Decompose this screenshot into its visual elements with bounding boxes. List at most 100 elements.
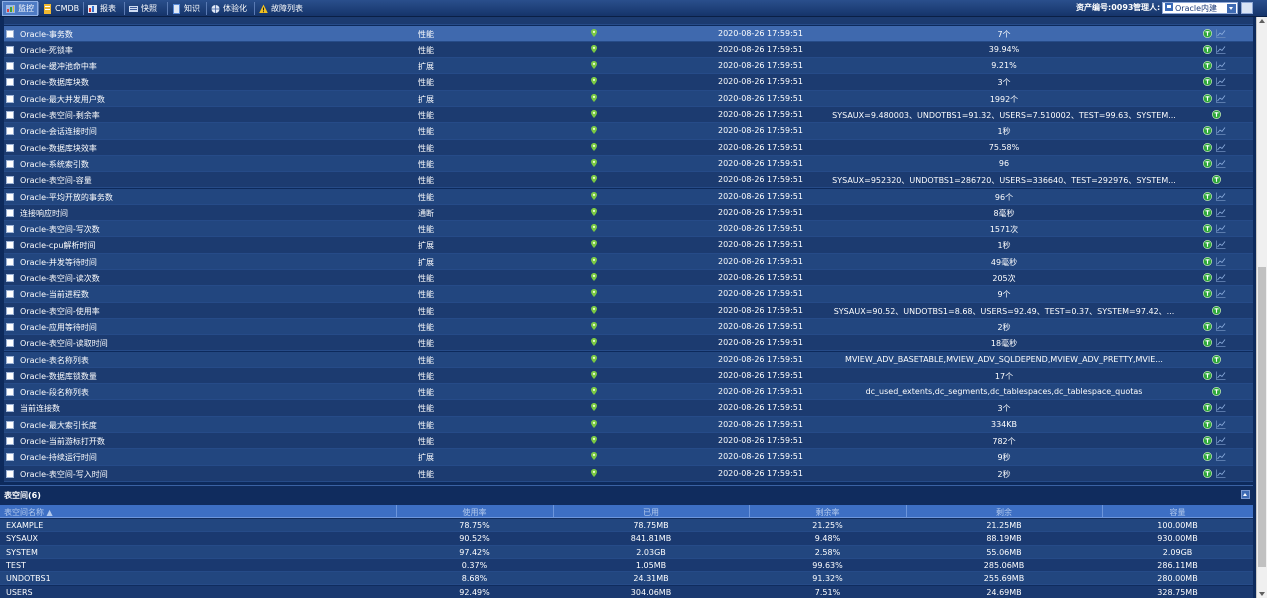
table-column-header[interactable]: 容量	[1102, 507, 1253, 518]
trend-chart-icon[interactable]	[1216, 45, 1226, 54]
monitor-item-name[interactable]: Oracle-最大并发用户数	[20, 94, 105, 105]
monitor-item-name[interactable]: Oracle-死锁率	[20, 45, 73, 56]
monitor-item-name[interactable]: Oracle-平均开放的事务数	[20, 192, 113, 203]
monitor-row[interactable]: Oracle-应用等待时间 性能 2020-08-26 17:59:51 2秒	[4, 318, 1253, 336]
monitor-item-name[interactable]: Oracle-表名称列表	[20, 355, 89, 366]
monitor-item-name[interactable]: Oracle-段名称列表	[20, 387, 89, 398]
toolbar-button-5[interactable]: 体验化	[208, 1, 250, 16]
trend-chart-icon[interactable]	[1216, 29, 1226, 38]
table-column-header[interactable]: 使用率	[396, 507, 553, 518]
monitor-item-name[interactable]: Oracle-系统索引数	[20, 159, 89, 170]
info-icon[interactable]	[1203, 158, 1212, 168]
info-icon[interactable]	[1212, 175, 1221, 185]
monitor-row[interactable]: Oracle-段名称列表 性能 2020-08-26 17:59:51 dc_used…	[4, 384, 1253, 401]
manager-select[interactable]: Oracle内建	[1162, 2, 1238, 14]
info-icon[interactable]	[1203, 273, 1212, 282]
row-checkbox[interactable]	[6, 159, 14, 168]
monitor-row[interactable]: Oracle-表空间-写入时间 性能 2020-08-26 17:59:51 2秒	[4, 465, 1253, 482]
trend-chart-icon[interactable]	[1216, 224, 1226, 233]
toolbar-button-3[interactable]: 快照	[126, 1, 160, 16]
row-checkbox[interactable]	[6, 469, 14, 478]
scroll-up-arrow-icon[interactable]	[1259, 19, 1265, 23]
monitor-row[interactable]: Oracle-系统索引数 性能 2020-08-26 17:59:51 96	[4, 155, 1253, 173]
table-row[interactable]: USERS 92.49% 304.06MB 7.51% 24.69MB 328.75MB	[0, 585, 1253, 598]
info-icon[interactable]	[1203, 468, 1212, 478]
row-checkbox[interactable]	[6, 420, 14, 429]
monitor-row[interactable]: Oracle-表空间-使用率 性能 2020-08-26 17:59:51 SYSAU…	[4, 302, 1253, 319]
monitor-item-name[interactable]: Oracle-并发等待时间	[20, 257, 97, 268]
monitor-row[interactable]: 连接响应时间 通断 2020-08-26 17:59:51 8毫秒	[4, 204, 1253, 222]
trend-chart-icon[interactable]	[1216, 273, 1226, 282]
monitor-item-name[interactable]: Oracle-表空间-容量	[20, 175, 92, 186]
info-icon[interactable]	[1203, 289, 1212, 299]
monitor-row[interactable]: Oracle-表空间-读次数 性能 2020-08-26 17:59:51 205次	[4, 270, 1253, 287]
table-row[interactable]: EXAMPLE 78.75% 78.75MB 21.25% 21.25MB 100.00M…	[0, 519, 1253, 533]
row-checkbox[interactable]	[6, 453, 14, 462]
monitor-item-name[interactable]: Oracle-应用等待时间	[20, 322, 97, 333]
row-checkbox[interactable]	[6, 29, 14, 38]
monitor-row[interactable]: Oracle-当前进程数 性能 2020-08-26 17:59:51 9个	[4, 286, 1253, 303]
trend-chart-icon[interactable]	[1216, 126, 1226, 136]
monitor-item-name[interactable]: Oracle-表空间-读取时间	[20, 338, 108, 349]
trend-chart-icon[interactable]	[1216, 403, 1226, 413]
monitor-item-name[interactable]: Oracle-cpu解析时间	[20, 240, 95, 251]
info-icon[interactable]	[1203, 93, 1212, 103]
vertical-scrollbar[interactable]	[1256, 17, 1267, 598]
monitor-item-name[interactable]: Oracle-表空间-写入时间	[20, 469, 108, 480]
info-icon[interactable]	[1203, 370, 1212, 380]
trend-chart-icon[interactable]	[1216, 371, 1226, 380]
info-icon[interactable]	[1203, 452, 1212, 462]
info-icon[interactable]	[1203, 207, 1212, 217]
row-checkbox[interactable]	[6, 127, 14, 136]
scrollbar-thumb[interactable]	[1258, 267, 1266, 567]
monitor-row[interactable]: Oracle-数据库块效率 性能 2020-08-26 17:59:51 75.58%	[4, 139, 1253, 156]
trend-chart-icon[interactable]	[1216, 257, 1226, 266]
monitor-row[interactable]: Oracle-最大并发用户数 扩展 2020-08-26 17:59:51 1992个	[4, 90, 1253, 107]
info-icon[interactable]	[1203, 256, 1212, 266]
row-checkbox[interactable]	[6, 257, 14, 266]
trend-chart-icon[interactable]	[1216, 94, 1226, 103]
info-icon[interactable]	[1212, 110, 1221, 119]
monitor-item-name[interactable]: Oracle-会话连接时间	[20, 126, 97, 137]
trend-chart-icon[interactable]	[1216, 192, 1226, 201]
table-row[interactable]: SYSAUX 90.52% 841.81MB 9.48% 88.19MB 930.00MB	[0, 532, 1253, 546]
trend-chart-icon[interactable]	[1216, 322, 1226, 331]
monitor-row[interactable]: 当前连接数 性能 2020-08-26 17:59:51 3个	[4, 400, 1253, 417]
monitor-item-name[interactable]: Oracle-数据库块效率	[20, 143, 97, 154]
monitor-row[interactable]: Oracle-持续运行时间 扩展 2020-08-26 17:59:51 9秒	[4, 449, 1253, 466]
monitor-row[interactable]: Oracle-当前游标打开数 性能 2020-08-26 17:59:51 782个	[4, 433, 1253, 450]
info-icon[interactable]	[1203, 142, 1212, 152]
monitor-item-name[interactable]: Oracle-缓冲池命中率	[20, 61, 97, 72]
monitor-row[interactable]: Oracle-表空间-剩余率 性能 2020-08-26 17:59:51 SYSAU…	[4, 107, 1253, 124]
row-checkbox[interactable]	[6, 371, 14, 380]
monitor-item-name[interactable]: 当前连接数	[20, 403, 60, 414]
info-icon[interactable]	[1203, 191, 1212, 201]
info-icon[interactable]	[1203, 126, 1212, 136]
row-checkbox[interactable]	[6, 143, 14, 152]
info-icon[interactable]	[1203, 419, 1212, 429]
monitor-item-name[interactable]: Oracle-数据库块数	[20, 77, 89, 88]
scroll-down-arrow-icon[interactable]	[1259, 592, 1265, 596]
info-icon[interactable]	[1212, 354, 1221, 364]
monitor-item-name[interactable]: Oracle-表空间-写次数	[20, 224, 100, 235]
monitor-row[interactable]: Oracle-数据库块数 性能 2020-08-26 17:59:51 3个	[4, 74, 1253, 91]
info-icon[interactable]	[1203, 436, 1212, 445]
trend-chart-icon[interactable]	[1216, 289, 1226, 299]
table-column-header[interactable]: 剩余率	[749, 507, 906, 518]
info-icon[interactable]	[1203, 240, 1212, 250]
trend-chart-icon[interactable]	[1216, 469, 1226, 478]
monitor-item-name[interactable]: Oracle-事务数	[20, 29, 73, 40]
trend-chart-icon[interactable]	[1216, 208, 1226, 217]
info-icon[interactable]	[1203, 28, 1212, 38]
trend-chart-icon[interactable]	[1216, 159, 1226, 168]
table-row[interactable]: UNDOTBS1 8.68% 24.31MB 91.32% 255.69MB 280.00…	[0, 572, 1253, 586]
row-checkbox[interactable]	[6, 306, 14, 315]
monitor-row[interactable]: Oracle-表空间-读取时间 性能 2020-08-26 17:59:51 18毫秒	[4, 335, 1253, 352]
table-column-header[interactable]: 已用	[553, 507, 749, 518]
info-icon[interactable]	[1203, 77, 1212, 87]
monitor-row[interactable]: Oracle-事务数 性能 2020-08-26 17:59:51 7个	[4, 25, 1253, 42]
row-checkbox[interactable]	[6, 437, 14, 445]
monitor-row[interactable]: Oracle-并发等待时间 扩展 2020-08-26 17:59:51 49毫秒	[4, 253, 1253, 270]
info-icon[interactable]	[1203, 403, 1212, 413]
row-checkbox[interactable]	[6, 322, 14, 331]
